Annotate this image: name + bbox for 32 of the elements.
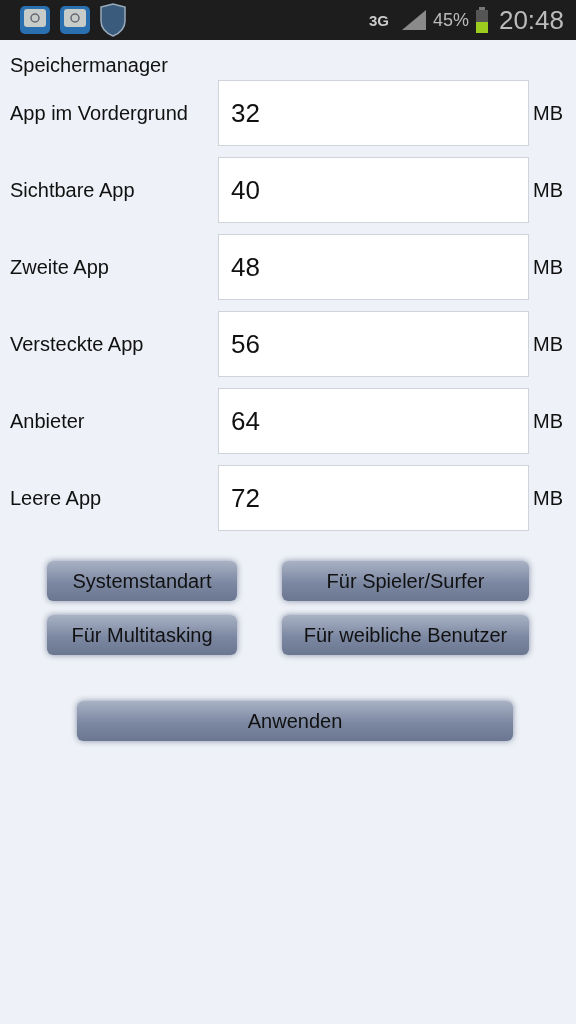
preset-button[interactable]: Systemstandart [47,561,237,601]
storage-app-icon [18,3,52,37]
apply-button[interactable]: Anwenden [77,701,513,741]
unit-label: MB [533,332,563,356]
input-field[interactable]: 40 [218,157,529,223]
battery-percent: 45% [432,9,469,31]
field-label: Leere App [9,486,103,510]
field-label: Sichtbare App [9,178,136,202]
field-label: App im Vordergrund [9,101,189,125]
network-type: 3G [368,11,389,29]
battery-icon [474,7,489,33]
input-field[interactable]: 64 [218,388,529,454]
input-field[interactable]: 48 [218,234,529,300]
shield-icon [98,3,128,37]
input-field[interactable]: 72 [218,465,529,531]
preset-button[interactable]: Für weibliche Benutzer [282,615,529,655]
field-label: Anbieter [9,409,86,433]
preset-button[interactable]: Für Multitasking [47,615,237,655]
input-field[interactable]: 56 [218,311,529,377]
unit-label: MB [533,255,563,279]
unit-label: MB [533,101,563,125]
input-field[interactable]: 32 [218,80,529,146]
storage-app-icon [58,3,92,37]
unit-label: MB [533,178,563,202]
signal-icon [400,9,427,31]
unit-label: MB [533,409,563,433]
field-label: Versteckte App [9,332,145,356]
screen-title: Speichermanager [9,53,169,77]
field-label: Zweite App [9,255,110,279]
preset-button[interactable]: Für Spieler/Surfer [282,561,529,601]
clock: 20:48 [498,4,564,36]
unit-label: MB [533,486,563,510]
